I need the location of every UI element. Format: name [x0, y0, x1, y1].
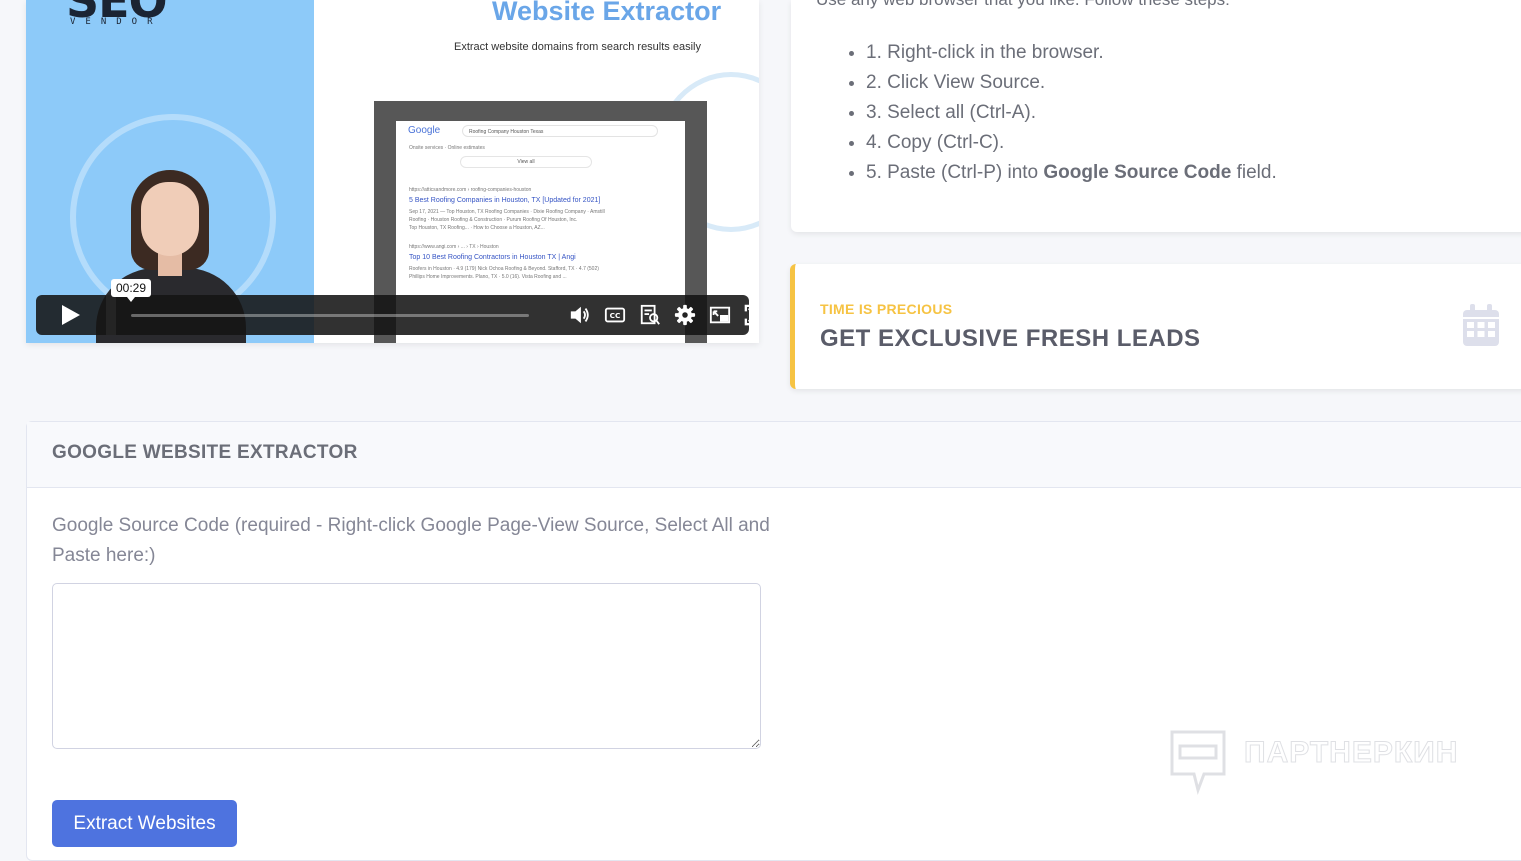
chat-bubble-icon — [1170, 730, 1226, 796]
instruction-step: 3. Select all (Ctrl-A). — [866, 98, 1277, 128]
leads-promo-card[interactable]: TIME IS PRECIOUS GET EXCLUSIVE FRESH LEA… — [790, 264, 1521, 389]
instruction-step: 2. Click View Source. — [866, 68, 1277, 98]
picture-in-picture-icon[interactable] — [709, 304, 731, 326]
instruction-step: 5. Paste (Ctrl-P) into Google Source Cod… — [866, 158, 1277, 188]
calendar-icon — [1463, 304, 1499, 346]
brand-logo-subtitle: VENDOR — [70, 17, 163, 27]
transcript-icon[interactable] — [639, 304, 661, 326]
extractor-card-header: GOOGLE WEBSITE EXTRACTOR — [27, 422, 1521, 488]
source-code-label: Google Source Code (required - Right-cli… — [52, 515, 770, 566]
settings-gear-icon[interactable] — [674, 304, 696, 326]
video-left-panel: SEO VENDOR — [26, 0, 314, 343]
mock-line: Phillips Home Improvements. Plano, TX · … — [409, 274, 567, 280]
instructions-list: 1. Right-click in the browser. 2. Click … — [841, 38, 1277, 188]
extractor-title: GOOGLE WEBSITE EXTRACTOR — [52, 442, 358, 463]
mock-line: https://www.angi.com › ... › TX › Housto… — [409, 244, 499, 250]
leads-kicker: TIME IS PRECIOUS — [820, 301, 953, 317]
mock-line: Roofing · Houston Roofing & Construction… — [409, 217, 578, 223]
instructions-card: Use any web browser that you like. Follo… — [791, 0, 1521, 232]
source-code-textarea[interactable] — [52, 583, 761, 749]
video-progress-bar[interactable] — [131, 314, 529, 317]
mock-google-logo: Google — [408, 125, 441, 136]
mock-line: Sep 17, 2021 — Top Houston, TX Roofing C… — [409, 209, 605, 215]
instructions-intro: Use any web browser that you like. Follo… — [816, 0, 1230, 10]
volume-icon[interactable] — [569, 304, 591, 326]
mock-search-box: Roofing Company Houston Texas — [462, 125, 658, 137]
play-icon[interactable] — [58, 303, 82, 327]
mock-result-link: 5 Best Roofing Companies in Houston, TX … — [409, 197, 601, 204]
video-controls-bar: CC — [36, 295, 759, 335]
instruction-step: 4. Copy (Ctrl-C). — [866, 128, 1277, 158]
mock-line: Roofers in Houston · 4.9 (179) Nick Ocho… — [409, 266, 599, 272]
leads-heading: GET EXCLUSIVE FRESH LEADS — [820, 325, 1201, 352]
video-subtitle: Extract website domains from search resu… — [454, 41, 701, 53]
watermark-text: ПАРТНЕРКИН — [1243, 736, 1459, 770]
svg-text:CC: CC — [610, 311, 621, 320]
instruction-step: 1. Right-click in the browser. — [866, 38, 1277, 68]
field-reference: Google Source Code — [1043, 162, 1232, 183]
mock-result-link: Top 10 Best Roofing Contractors in Houst… — [409, 254, 576, 261]
mock-line: Onsite services · Online estimates — [409, 145, 485, 151]
mock-line: https://atticsandmore.com › roofing-comp… — [409, 187, 532, 193]
mock-line: Top Houston, TX Roofing... · How to Choo… — [409, 225, 545, 231]
video-time-tooltip: 00:29 — [111, 279, 152, 302]
extract-websites-button[interactable]: Extract Websites — [52, 800, 237, 847]
watermark: ПАРТНЕРКИН — [1168, 728, 1488, 798]
mock-view-all: View all — [460, 156, 592, 168]
video-title: Website Extractor — [492, 0, 722, 26]
captions-icon[interactable]: CC — [604, 304, 626, 326]
fullscreen-icon[interactable] — [744, 304, 759, 326]
